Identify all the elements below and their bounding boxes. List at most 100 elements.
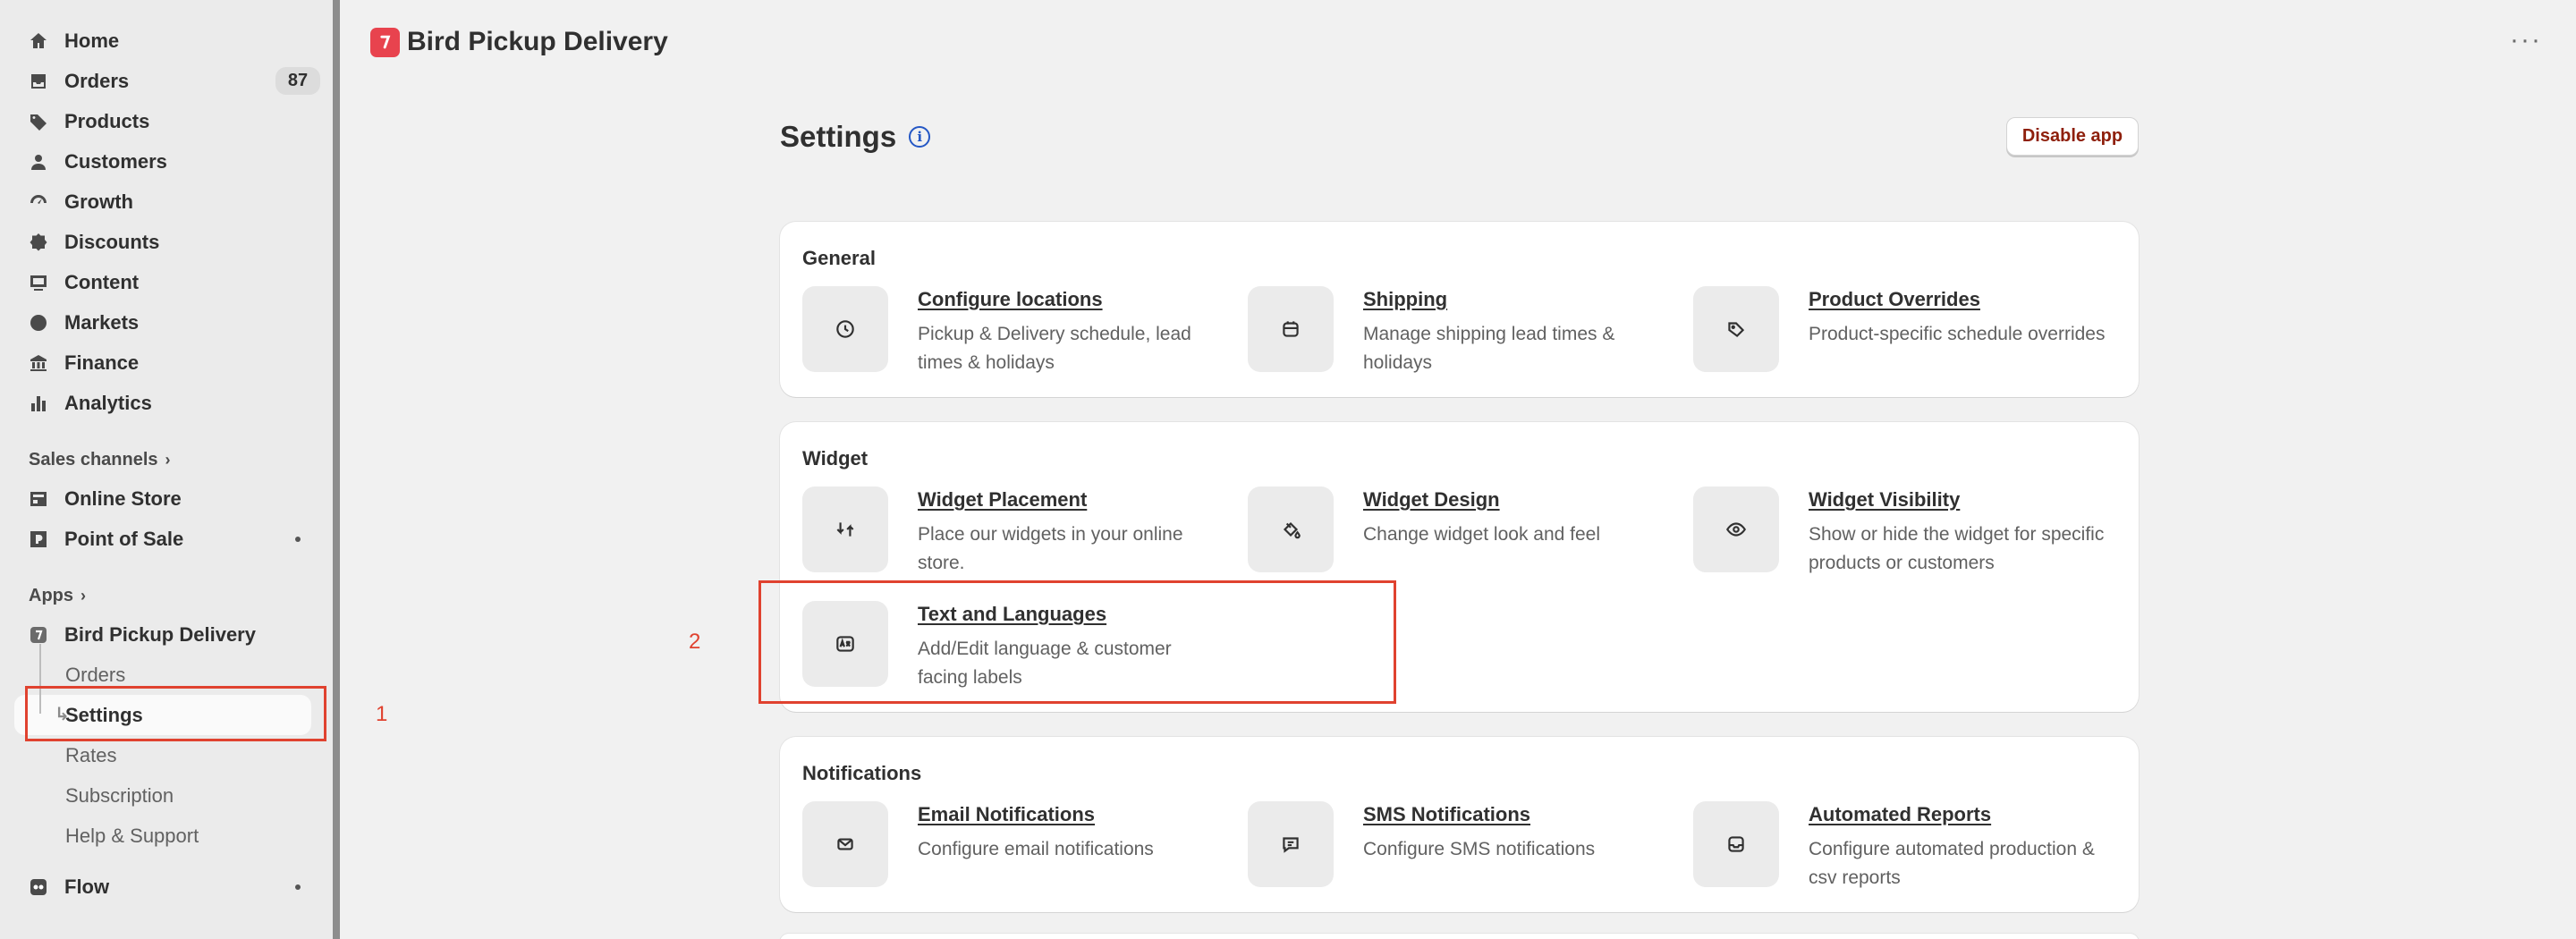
paint-bucket-icon [1248, 486, 1334, 572]
sidebar-item-home[interactable]: Home [14, 21, 320, 61]
tile-widget-design[interactable]: Widget Design Change widget look and fee… [1225, 486, 1655, 585]
page-title-text: Settings [780, 120, 897, 153]
tile-automated-reports[interactable]: Automated Reports Configure automated pr… [1671, 801, 2100, 900]
more-actions-icon[interactable]: ··· [2510, 25, 2542, 55]
sidebar-item-label: Content [64, 270, 140, 293]
chat-icon [1248, 801, 1334, 887]
pos-icon [27, 528, 50, 551]
sidebar-item-growth[interactable]: Growth [14, 182, 320, 222]
tile-link[interactable]: Email Notifications [918, 803, 1095, 826]
sidebar-item-label: Analytics [64, 391, 152, 414]
chevron-right-icon: › [165, 450, 171, 469]
orders-icon [27, 70, 50, 93]
tile-sms-notifications[interactable]: SMS Notifications Configure SMS notifica… [1225, 801, 1655, 900]
tile-configure-locations[interactable]: Configure locations Pickup & Delivery sc… [780, 286, 1209, 385]
inbox-icon [1693, 801, 1779, 887]
person-icon [27, 150, 50, 173]
sidebar-subitem-subscription[interactable]: Subscription [14, 775, 311, 816]
sidebar-item-online-store[interactable]: Online Store [14, 478, 320, 519]
sidebar-item-bird-pickup-delivery[interactable]: Bird Pickup Delivery [14, 614, 320, 655]
apps-header[interactable]: Apps › [29, 577, 320, 614]
eye-icon [1693, 486, 1779, 572]
sidebar-subitem-label: Help & Support [65, 824, 199, 847]
status-dot [295, 537, 301, 542]
tile-link[interactable]: Widget Visibility [1809, 488, 1960, 512]
info-icon[interactable]: i [909, 126, 931, 148]
sidebar-item-markets[interactable]: Markets [14, 302, 320, 343]
sidebar-scrollbar[interactable] [333, 0, 340, 939]
tile-link[interactable]: Shipping [1363, 288, 1447, 311]
tile-widget-placement[interactable]: Widget Placement Place our widgets in yo… [780, 486, 1209, 585]
sidebar-item-products[interactable]: Products [14, 101, 320, 141]
tile-description: Place our widgets in your online store. [918, 524, 1183, 573]
sidebar-subitem-label: Rates [65, 743, 117, 766]
globe-icon [27, 311, 50, 334]
sidebar-item-label: Home [64, 29, 120, 52]
sidebar-item-orders[interactable]: Orders 87 [14, 61, 320, 101]
tile-link[interactable]: Configure locations [918, 288, 1103, 311]
next-card-edge [780, 934, 2139, 939]
sidebar-item-discounts[interactable]: Discounts [14, 222, 320, 262]
sales-channels-header[interactable]: Sales channels › [29, 441, 320, 478]
sidebar-item-label: Discounts [64, 230, 160, 253]
sidebar-item-point-of-sale[interactable]: Point of Sale [14, 519, 320, 559]
tile-widget-visibility[interactable]: Widget Visibility Show or hide the widge… [1671, 486, 2104, 585]
highlight-box-2 [758, 580, 1396, 704]
bar-chart-icon [27, 392, 50, 415]
app-title-text: Bird Pickup Delivery [407, 27, 668, 56]
tile-shipping[interactable]: Shipping Manage shipping lead times & ho… [1225, 286, 1655, 385]
sidebar-subitem-label: Subscription [65, 783, 174, 807]
tile-link[interactable]: Widget Placement [918, 488, 1087, 512]
sidebar-item-label: Bird Pickup Delivery [64, 622, 256, 646]
sidebar-item-content[interactable]: Content [14, 262, 320, 302]
tile-link[interactable]: Product Overrides [1809, 288, 1980, 311]
tile-description: Change widget look and feel [1363, 524, 1601, 545]
disable-app-button[interactable]: Disable app [2006, 117, 2139, 156]
tile-link[interactable]: Automated Reports [1809, 803, 1991, 826]
calendar-icon [1248, 286, 1334, 372]
sidebar-item-label: Orders [64, 69, 130, 92]
tile-email-notifications[interactable]: Email Notifications Configure email noti… [780, 801, 1209, 900]
envelope-icon [802, 801, 888, 887]
general-settings-card: General Configure locations Pickup & Del… [780, 222, 2139, 397]
arrows-icon [802, 486, 888, 572]
tile-link[interactable]: SMS Notifications [1363, 803, 1530, 826]
orders-count-badge: 87 [275, 67, 320, 95]
tile-description: Configure email notifications [918, 839, 1154, 859]
bird-app-icon [27, 623, 50, 647]
sales-channels-label: Sales channels [29, 449, 158, 470]
sidebar-item-label: Flow [64, 875, 110, 898]
sidebar-item-customers[interactable]: Customers [14, 141, 320, 182]
sidebar-subitem-label: Orders [65, 663, 126, 686]
sidebar-item-label: Customers [64, 149, 167, 173]
sidebar-item-analytics[interactable]: Analytics [14, 383, 320, 423]
discount-icon [27, 231, 50, 254]
tile-link[interactable]: Widget Design [1363, 488, 1500, 512]
card-title: General [802, 247, 876, 269]
highlight-box-1 [25, 686, 326, 741]
sidebar-item-label: Point of Sale [64, 527, 184, 550]
home-icon [27, 30, 50, 53]
tile-description: Configure SMS notifications [1363, 839, 1596, 859]
apps-label: Apps [29, 585, 73, 605]
tag-icon [1693, 286, 1779, 372]
clock-icon [802, 286, 888, 372]
gauge-icon [27, 190, 50, 214]
tile-description: Manage shipping lead times & holidays [1363, 324, 1615, 373]
sidebar-item-finance[interactable]: Finance [14, 343, 320, 383]
page-title: Settings i [780, 120, 931, 154]
sidebar: Home Orders 87 Products Customers Growth… [0, 0, 335, 939]
flow-icon [27, 876, 50, 899]
sidebar-item-label: Finance [64, 351, 140, 374]
sidebar-item-label: Online Store [64, 486, 182, 510]
sidebar-item-label: Growth [64, 190, 133, 213]
bird-logo-icon [370, 27, 400, 57]
sidebar-item-flow[interactable]: Flow [14, 867, 320, 907]
tile-product-overrides[interactable]: Product Overrides Product-specific sched… [1671, 286, 2106, 385]
sidebar-subitem-help-support[interactable]: Help & Support [14, 816, 311, 856]
tile-description: Configure automated production & csv rep… [1809, 839, 2095, 888]
notifications-settings-card: Notifications Email Notifications Config… [780, 737, 2139, 912]
content-icon [27, 271, 50, 294]
card-title: Widget [802, 447, 869, 470]
highlight-label-1: 1 [376, 702, 388, 726]
